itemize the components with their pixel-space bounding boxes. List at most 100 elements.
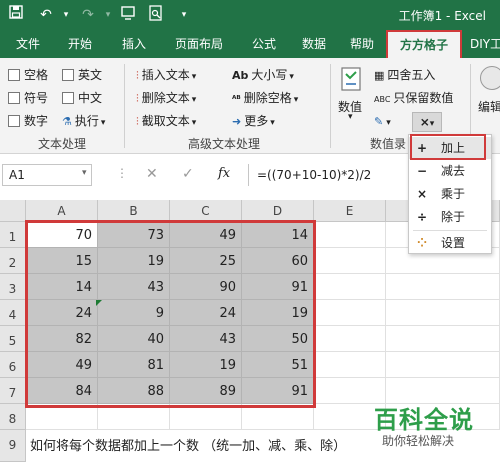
insert-text-button[interactable]: ⫶ 插入文本 ▾ [136,66,196,84]
tab-diy-tools[interactable]: DIY工 [470,30,500,58]
confirm-icon[interactable]: ✓ [182,166,194,182]
function-icon[interactable]: fx [218,166,230,181]
grid-cell[interactable]: 25 [170,248,242,274]
checkbox-chinese[interactable]: 中文 [62,89,102,107]
menu-item-settings[interactable]: ⁘ 设置 [409,232,491,254]
grid-cell[interactable]: 24 [26,300,98,326]
grid-cell[interactable]: 51 [242,352,314,378]
case-button[interactable]: Ab 大小写 ▾ [232,66,294,84]
grid-cell[interactable]: 19 [98,248,170,274]
tab-fangfanggezi[interactable]: 方方格子 [388,32,460,58]
grid-cell[interactable]: 89 [170,378,242,404]
grid-cell[interactable]: 81 [98,352,170,378]
grid-cell[interactable]: 9 [98,300,170,326]
grid-cell[interactable]: 15 [26,248,98,274]
grid-cell[interactable]: 19 [170,352,242,378]
row-header[interactable]: 5 [0,326,26,352]
grid-cell-empty[interactable] [98,404,170,430]
keep-values-button[interactable]: ABC 只保留数值 [374,89,453,107]
grid-cell[interactable]: 40 [98,326,170,352]
checkbox-space[interactable]: 空格 [8,66,48,84]
grid-cell-empty[interactable] [170,404,242,430]
grid-cell[interactable]: 14 [242,222,314,248]
grid-cell-empty[interactable] [386,300,500,326]
arithmetic-button[interactable]: ⨯▾ [412,112,442,132]
edit-large-button[interactable]: 编辑 [474,64,500,126]
round-button[interactable]: ▦ 四舍五入 [374,66,435,84]
namebox-dropdown-icon[interactable]: ▾ [82,168,87,178]
grid-cell[interactable]: 49 [26,352,98,378]
grid-cell[interactable]: 84 [26,378,98,404]
grid-cell-empty[interactable] [314,326,386,352]
grid-cell[interactable]: 90 [170,274,242,300]
grid-cell-empty[interactable] [386,326,500,352]
grid-cell-empty[interactable] [386,274,500,300]
grid-cell[interactable]: 82 [26,326,98,352]
redo-icon[interactable]: ↷ [78,5,98,25]
grid-cell[interactable]: 24 [170,300,242,326]
number-edit-button[interactable]: ✎ ▾ [374,112,391,130]
extract-text-button[interactable]: ⫶ 截取文本 ▾ [136,112,196,130]
grid-cell[interactable]: 49 [170,222,242,248]
menu-item-subtract[interactable]: − 减去 [409,160,491,182]
grid-cell-empty[interactable] [314,274,386,300]
grid-cell[interactable]: 60 [242,248,314,274]
menu-item-divide[interactable]: ÷ 除于 [409,206,491,228]
grid-cell-empty[interactable] [314,300,386,326]
grid-cell[interactable]: 91 [242,274,314,300]
grid-cell[interactable]: 14 [26,274,98,300]
grid-cell[interactable]: 43 [170,326,242,352]
checkbox-english[interactable]: 英文 [62,66,102,84]
checkbox-symbol[interactable]: 符号 [8,89,48,107]
touch-mode-icon[interactable] [118,5,138,25]
row-header[interactable]: 4 [0,300,26,326]
column-header[interactable]: A [26,200,98,222]
row-header[interactable]: 3 [0,274,26,300]
row-header[interactable]: 1 [0,222,26,248]
menu-item-add[interactable]: + 加上 [409,137,491,159]
grid-cell-empty[interactable] [314,352,386,378]
select-all-corner[interactable] [0,200,26,222]
grid-cell[interactable]: 43 [98,274,170,300]
drag-handle-icon[interactable]: ⋮ [116,166,128,180]
cancel-icon[interactable]: ✕ [146,166,158,182]
tab-insert[interactable]: 插入 [114,30,154,58]
tab-help[interactable]: 帮助 [342,30,382,58]
name-box[interactable]: A1 [2,164,92,186]
grid-cell-empty[interactable] [386,352,500,378]
grid-cell[interactable]: 73 [98,222,170,248]
tab-formulas[interactable]: 公式 [244,30,284,58]
numeric-big-button[interactable]: 数值 ▾ [334,64,370,126]
row-header[interactable]: 2 [0,248,26,274]
grid-cell[interactable]: 19 [242,300,314,326]
tab-page-layout[interactable]: 页面布局 [168,30,230,58]
checkbox-number[interactable]: 数字 [8,112,48,130]
redo-dropdown-icon[interactable]: ▾ [98,5,118,25]
execute-button[interactable]: ⚗ 执行 ▾ [62,112,105,130]
column-header[interactable]: B [98,200,170,222]
grid-cell[interactable]: 70 [26,222,98,248]
undo-icon[interactable]: ↶ [36,5,56,25]
more-button[interactable]: ➜ 更多 ▾ [232,112,275,130]
grid-cell[interactable]: 50 [242,326,314,352]
row-header[interactable]: 7 [0,378,26,404]
menu-item-multiply[interactable]: × 乘于 [409,183,491,205]
grid-cell-empty[interactable] [26,404,98,430]
row-header[interactable]: 9 [0,430,26,462]
print-preview-icon[interactable] [146,5,166,25]
grid-cell-empty[interactable] [314,248,386,274]
tab-data[interactable]: 数据 [294,30,334,58]
undo-dropdown-icon[interactable]: ▾ [56,5,76,25]
row-header[interactable]: 8 [0,404,26,430]
tab-file[interactable]: 文件 [8,30,48,58]
grid-cell-empty[interactable] [242,404,314,430]
customize-toolbar-icon[interactable]: ▾ [174,5,194,25]
grid-cell[interactable]: 88 [98,378,170,404]
column-header[interactable]: C [170,200,242,222]
tab-home[interactable]: 开始 [60,30,100,58]
column-header[interactable]: E [314,200,386,222]
column-header[interactable]: D [242,200,314,222]
delete-spaces-button[interactable]: ᴬᴮ 删除空格 ▾ [232,89,298,107]
save-icon[interactable] [6,5,26,25]
delete-text-button[interactable]: ⫶ 删除文本 ▾ [136,89,196,107]
